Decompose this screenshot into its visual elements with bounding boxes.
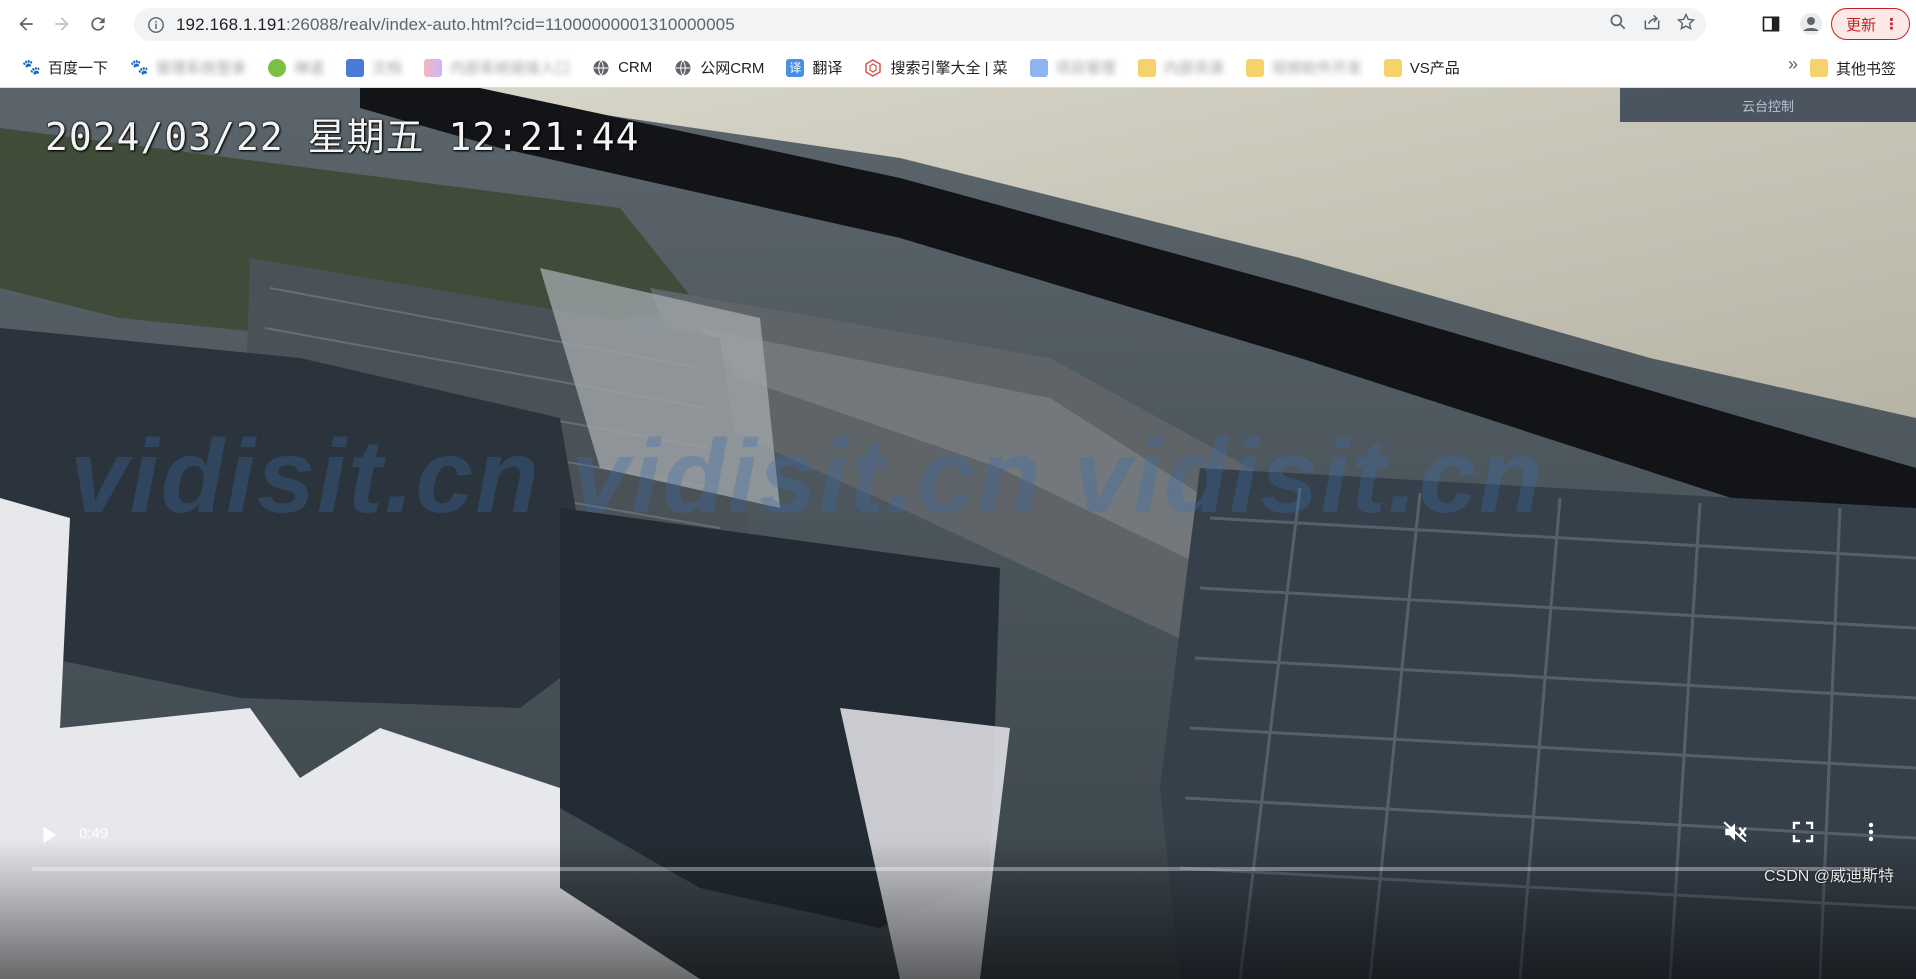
more-options-button[interactable]: [1856, 817, 1886, 847]
watermark-text: vidisit.cn vidisit.cn vidisit.cn: [70, 419, 1545, 535]
bookmark-item[interactable]: 译翻译: [778, 53, 850, 83]
update-button[interactable]: 更新 ⋮: [1830, 8, 1910, 40]
blue-doc-icon: [1029, 58, 1048, 77]
url-path: :26088/realv/index-auto.html?cid=1100000…: [286, 14, 735, 34]
play-icon: [43, 826, 57, 844]
browser-toolbar: 192.168.1.191:26088/realv/index-auto.htm…: [0, 0, 1916, 48]
zoom-icon[interactable]: [1608, 12, 1628, 37]
other-bookmarks[interactable]: 其他书签: [1802, 53, 1904, 83]
bookmark-folder[interactable]: 视频软件开发: [1238, 53, 1370, 83]
blue-shield-icon: [346, 58, 365, 77]
update-label: 更新: [1845, 16, 1876, 34]
ptz-control-button[interactable]: 云台控制: [1620, 88, 1916, 122]
vertical-dots-icon: [1868, 822, 1874, 842]
bookmark-item[interactable]: CRM: [584, 53, 660, 83]
play-button[interactable]: [34, 820, 64, 850]
colorful-icon: [424, 58, 443, 77]
side-panel-icon[interactable]: [1751, 4, 1791, 44]
baidu-paw-icon: 🐾: [130, 58, 149, 76]
baidu-paw-icon: 🐾: [22, 58, 41, 76]
credit-watermark: CSDN @威迪斯特: [1763, 868, 1894, 885]
globe-icon: [592, 59, 610, 77]
video-timestamp-overlay: 2024/03/22 星期五 12:21:44: [45, 115, 640, 159]
reload-icon: [91, 17, 105, 31]
bookmarks-bar: 🐾 百度一下 🐾 管理系统登录 禅道 文档 内部系统链接入口 CRM 公网CRM 译…: [0, 48, 1916, 88]
folder-icon: [1809, 59, 1828, 77]
search-engine-icon: [864, 58, 882, 77]
bookmark-folder[interactable]: VS产品: [1376, 53, 1468, 83]
folder-icon: [1245, 58, 1264, 77]
bookmark-item[interactable]: 项目管理: [1022, 53, 1124, 83]
reload-button[interactable]: [80, 6, 116, 42]
bookmark-item[interactable]: 搜索引擎大全 | 菜: [856, 53, 1015, 83]
back-button[interactable]: [8, 6, 44, 42]
mute-button[interactable]: [1720, 817, 1750, 847]
profile-avatar-icon[interactable]: [1791, 4, 1831, 44]
forward-arrow-icon: [55, 17, 69, 31]
translate-icon: 译: [786, 58, 805, 77]
kebab-menu-icon: ⋮: [1884, 16, 1899, 33]
video-player[interactable]: 2024/03/22 星期五 12:21:44 云台控制 vidisit.cn …: [0, 88, 1916, 979]
bookmark-item[interactable]: 🐾 百度一下: [14, 53, 116, 83]
bookmark-item[interactable]: 禅道: [260, 53, 332, 83]
bookmark-item[interactable]: 文档: [338, 53, 410, 83]
globe-icon: [674, 59, 692, 77]
share-icon[interactable]: [1642, 12, 1662, 37]
address-bar[interactable]: 192.168.1.191:26088/realv/index-auto.htm…: [134, 8, 1706, 41]
bookmark-folder[interactable]: 内部资源: [1130, 53, 1232, 83]
site-info-icon[interactable]: [146, 15, 166, 35]
current-time: 0:49: [79, 825, 109, 842]
forward-button[interactable]: [44, 6, 80, 42]
controls-overlay: [0, 839, 1916, 979]
fullscreen-icon: [1792, 821, 1814, 843]
more-bookmarks-icon[interactable]: »: [1788, 54, 1798, 75]
progress-bar[interactable]: [32, 867, 1874, 871]
muted-speaker-icon: [1723, 821, 1747, 843]
bookmark-item[interactable]: 🐾 管理系统登录: [122, 53, 254, 83]
back-arrow-icon: [19, 17, 33, 31]
bookmark-item[interactable]: 内部系统链接入口: [416, 53, 578, 83]
url-text[interactable]: 192.168.1.191:26088/realv/index-auto.htm…: [176, 15, 735, 35]
url-host: 192.168.1.191: [176, 14, 287, 34]
fullscreen-button[interactable]: [1788, 817, 1818, 847]
folder-icon: [1383, 58, 1402, 77]
bookmark-star-icon[interactable]: [1676, 12, 1696, 37]
bookmark-item[interactable]: 公网CRM: [666, 53, 772, 83]
green-leaf-icon: [268, 58, 287, 77]
folder-icon: [1137, 58, 1156, 77]
